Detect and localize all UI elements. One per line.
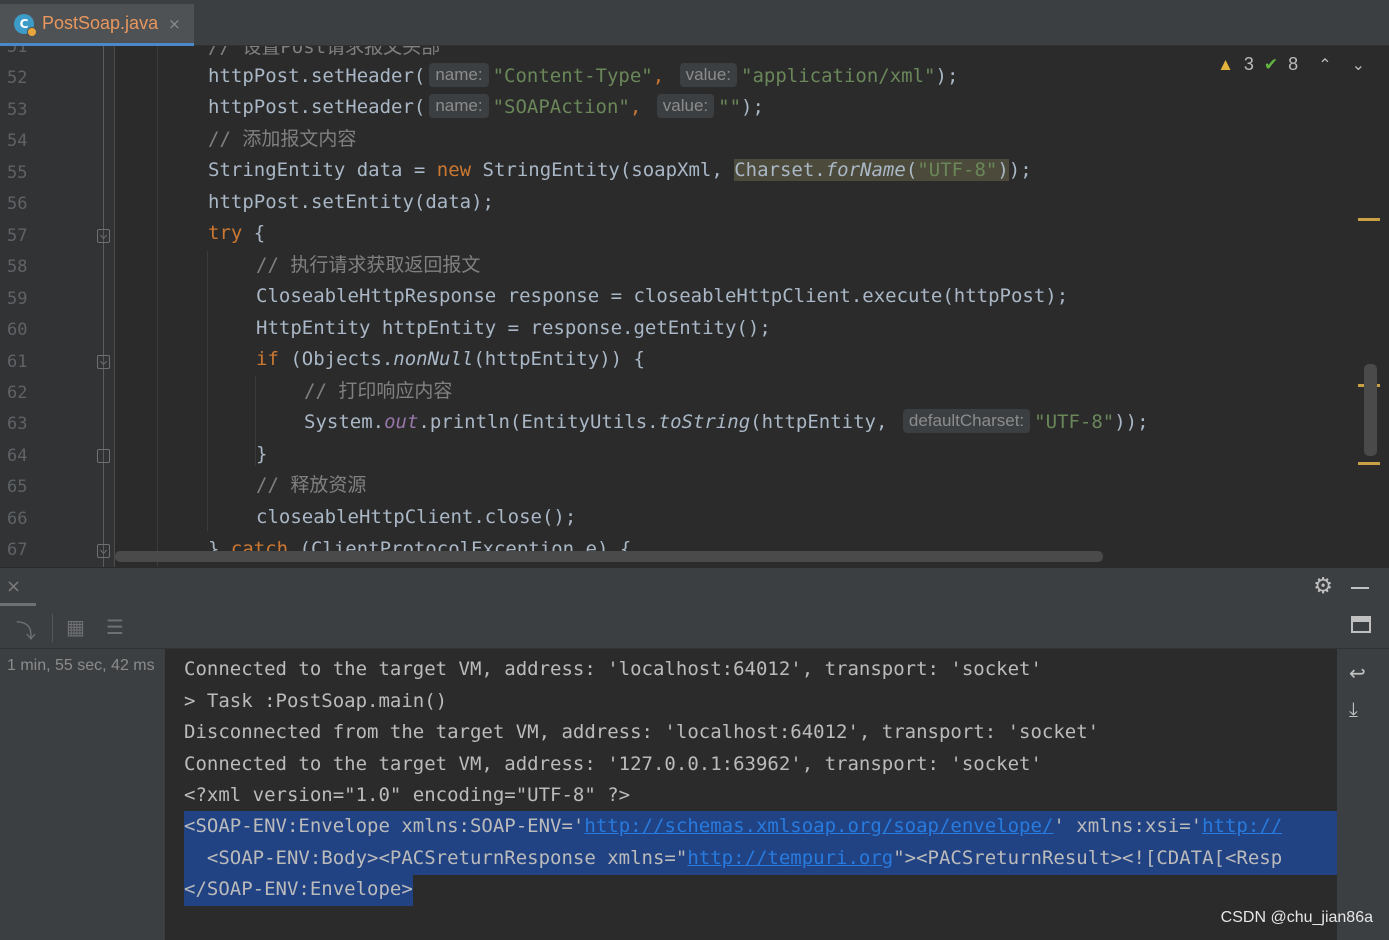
inspection-widget[interactable]: ▲ 3 ✔ 8 ⌃ ⌄ xyxy=(1217,54,1365,75)
line-number: 61 xyxy=(7,351,28,372)
line-number: 58 xyxy=(7,257,28,278)
horizontal-scrollbar[interactable] xyxy=(115,551,1103,562)
scroll-to-end-icon[interactable]: ⤓ xyxy=(1349,697,1358,721)
line-number: 53 xyxy=(7,99,28,120)
fold-marker[interactable] xyxy=(97,449,110,463)
sort-icon[interactable]: ⤵ xyxy=(16,615,36,644)
tab-label: PostSoap.java xyxy=(42,13,159,33)
line-number: 56 xyxy=(7,194,28,215)
line-number: 51 xyxy=(7,46,28,57)
console-line-selected: <SOAP-ENV:Body><PACSreturnResponse xmlns… xyxy=(184,843,1337,875)
line-number: 54 xyxy=(7,131,28,152)
line-number: 55 xyxy=(7,162,28,183)
run-tab-indicator xyxy=(0,603,36,606)
tab-postsoap-java[interactable]: C PostSoap.java × xyxy=(0,4,194,46)
filter-icon[interactable]: ☰ xyxy=(106,615,124,639)
soft-wrap-icon[interactable]: ↩ xyxy=(1349,661,1366,685)
elapsed-time: 1 min, 55 sec, 42 ms xyxy=(7,657,155,674)
line-number: 64 xyxy=(7,445,28,466)
link[interactable]: http://tempuri.org xyxy=(687,847,893,869)
java-class-icon: C xyxy=(14,13,37,37)
code-line-61: if (Objects.nonNull(httpEntity)) { xyxy=(256,348,645,370)
fold-rail xyxy=(103,46,104,567)
code-line-59: CloseableHttpResponse response = closeab… xyxy=(256,285,1069,307)
warning-icon: ▲ xyxy=(1217,54,1234,74)
gutter-divider xyxy=(114,46,115,567)
param-hint: name: xyxy=(429,63,489,87)
console-line-selected: <SOAP-ENV:Envelope xmlns:SOAP-ENV='http:… xyxy=(184,811,1337,843)
run-tree: 1 min, 55 sec, 42 ms xyxy=(0,649,166,940)
check-icon: ✔ xyxy=(1263,54,1279,74)
line-number: 65 xyxy=(7,477,28,498)
console-line-selected: </SOAP-ENV:Envelope> xyxy=(184,874,413,906)
vertical-scrollbar[interactable] xyxy=(1364,364,1377,456)
console-line: <?xml version="1.0" encoding="UTF-8" ?> xyxy=(184,784,631,806)
console-line: Connected to the target VM, address: 'lo… xyxy=(184,658,1042,680)
close-icon[interactable]: × xyxy=(6,576,21,597)
run-toolbar: ⤵ ▦ ☰ xyxy=(0,607,1389,649)
toolbar-separator xyxy=(52,614,53,642)
link[interactable]: http:// xyxy=(1202,815,1282,837)
watermark: CSDN @chu_jian86a xyxy=(1220,909,1373,926)
console-line: > Task :PostSoap.main() xyxy=(184,690,448,712)
console-line: Connected to the target VM, address: '12… xyxy=(184,753,1042,775)
code-line-55: StringEntity data = new StringEntity(soa… xyxy=(208,159,1032,181)
editor-tab-bar: C PostSoap.java × xyxy=(0,0,1389,46)
code-line-56: httpPost.setEntity(data); xyxy=(208,191,494,213)
line-number: 52 xyxy=(7,68,28,89)
warning-count: 3 xyxy=(1243,54,1254,74)
console-output[interactable]: Connected to the target VM, address: 'lo… xyxy=(167,649,1337,940)
console-line: Disconnected from the target VM, address… xyxy=(184,721,1100,743)
code-line-66: closeableHttpClient.close(); xyxy=(256,506,577,528)
ok-count: 8 xyxy=(1288,54,1299,74)
code-line-53: httpPost.setHeader(name: "SOAPAction", va… xyxy=(208,94,764,118)
warning-stripe[interactable] xyxy=(1358,218,1380,221)
code-editor[interactable]: 51 52 53 54 55 56 57 58 59 60 61 62 63 64 65 66 67 // 设置… xyxy=(0,46,1389,567)
warning-stripe[interactable] xyxy=(1358,462,1380,465)
code-line-64: } xyxy=(256,443,268,465)
line-number: 67 xyxy=(7,540,28,561)
indent-guide xyxy=(207,251,208,531)
code-line-62: // 打印响应内容 xyxy=(304,380,453,402)
fold-marker[interactable] xyxy=(97,229,110,243)
table-icon[interactable]: ▦ xyxy=(66,615,85,639)
line-number: 59 xyxy=(7,288,28,309)
minimize-icon[interactable] xyxy=(1351,587,1369,589)
line-number: 57 xyxy=(7,225,28,246)
code-line-57: try { xyxy=(208,222,266,244)
code-line-60: HttpEntity httpEntity = response.getEnti… xyxy=(256,317,771,339)
line-number: 60 xyxy=(7,320,28,341)
close-tab-icon[interactable]: × xyxy=(168,15,181,33)
chevron-up-icon[interactable]: ⌃ xyxy=(1318,55,1331,75)
param-hint: name: xyxy=(429,94,489,118)
code-line-54: // 添加报文内容 xyxy=(208,128,357,150)
code-line-58: // 执行请求获取返回报文 xyxy=(256,254,481,276)
code-line-52: httpPost.setHeader(name: "Content-Type", … xyxy=(208,63,959,87)
line-number: 63 xyxy=(7,414,28,435)
layout-icon[interactable] xyxy=(1351,616,1371,633)
fold-marker[interactable] xyxy=(97,544,110,558)
gear-icon[interactable]: ⚙ xyxy=(1313,574,1333,599)
link[interactable]: http://schemas.xmlsoap.org/soap/envelope… xyxy=(584,815,1053,837)
code-line-65: // 释放资源 xyxy=(256,474,367,496)
indent-guide xyxy=(157,46,158,567)
chevron-down-icon[interactable]: ⌄ xyxy=(1352,55,1365,75)
code-line-63: System.out.println(EntityUtils.toString(… xyxy=(304,409,1149,433)
param-hint: defaultCharset: xyxy=(902,409,1031,433)
run-panel-header: × ⚙ xyxy=(0,567,1389,607)
param-hint: value: xyxy=(679,63,738,87)
line-number: 66 xyxy=(7,508,28,529)
line-number: 62 xyxy=(7,382,28,403)
console-side-toolbar: ↩ ⤓ xyxy=(1337,649,1389,940)
fold-marker[interactable] xyxy=(97,355,110,369)
param-hint: value: xyxy=(656,94,715,118)
